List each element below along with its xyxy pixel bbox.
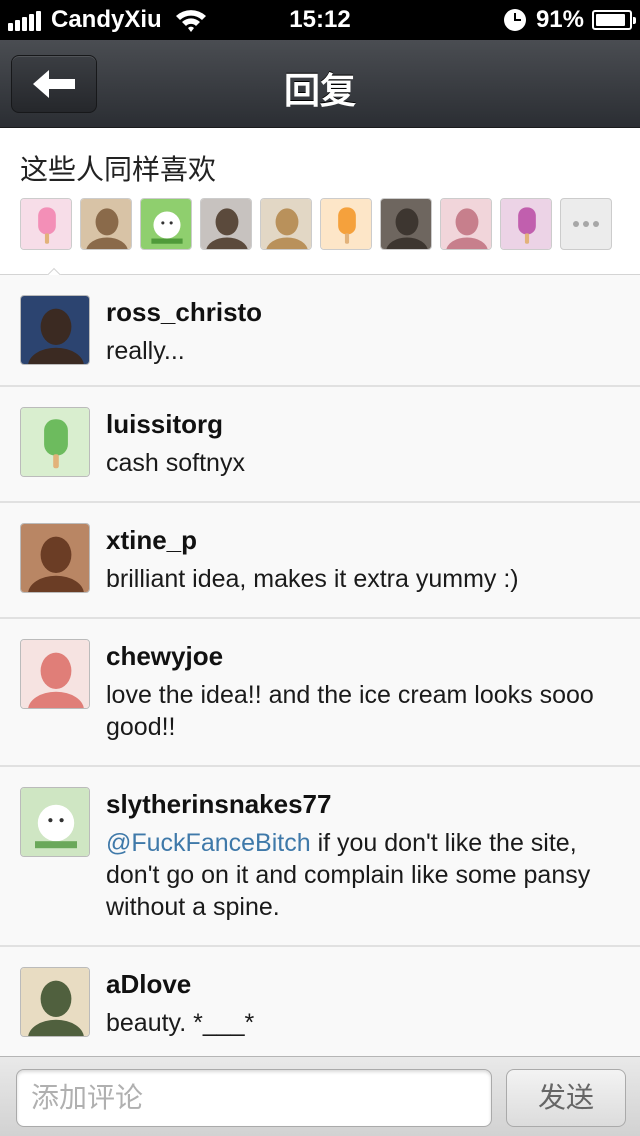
comment-bar: 添加评论 发送 [0,1056,640,1136]
comment-item[interactable]: ross_christo really... [0,275,640,387]
navigation-bar: 回复 [0,40,640,128]
battery-level [596,14,626,26]
comment-avatar[interactable] [20,523,90,593]
comment-list[interactable]: ross_christo really... luissitorg cash soft… [0,275,640,1056]
comment-avatar[interactable] [20,295,90,365]
comment-text: cash softnyx [106,447,620,479]
comment-username[interactable]: slytherinsnakes77 [106,789,331,820]
liker-avatar[interactable] [80,198,132,250]
comment-avatar[interactable] [20,787,90,857]
liker-avatar[interactable] [20,198,72,250]
liker-avatar[interactable] [500,198,552,250]
status-bar: CandyXiu 15:12 91% [0,0,640,40]
liker-avatar[interactable] [320,198,372,250]
liker-avatar[interactable] [140,198,192,250]
likes-panel: 这些人同样喜欢 [0,128,640,275]
comment-body: really... [106,337,185,365]
comment-item[interactable]: xtine_p brilliant idea, makes it extra yu… [0,503,640,619]
likes-title: 这些人同样喜欢 [20,154,217,185]
liker-avatar[interactable] [260,198,312,250]
page-title: 回复 [283,70,356,111]
comment-body: brilliant idea, makes it extra yummy :) [106,565,519,593]
comment-username[interactable]: luissitorg [106,409,223,440]
comment-input[interactable]: 添加评论 [16,1069,492,1127]
comment-username[interactable]: xtine_p [106,525,197,556]
comment-username[interactable]: ross_christo [106,297,262,328]
send-button[interactable]: 发送 [506,1069,626,1127]
comment-avatar[interactable] [20,967,90,1037]
liker-avatar-row [20,198,620,250]
liker-avatar[interactable] [200,198,252,250]
comment-item[interactable]: chewyjoe love the idea!! and the ice crea… [0,619,640,767]
more-likers-button[interactable] [560,198,612,250]
liker-avatar[interactable] [440,198,492,250]
comment-username[interactable]: aDlove [106,969,191,1000]
comment-text: brilliant idea, makes it extra yummy :) [106,563,620,595]
comment-item[interactable]: slytherinsnakes77 @FuckFanceBitch if you … [0,767,640,947]
comment-text: beauty. *___* [106,1007,620,1039]
battery-icon [592,10,636,30]
comment-item[interactable]: aDlove beauty. *___* [0,947,640,1056]
comment-body: beauty. *___* [106,1009,255,1037]
comment-username[interactable]: chewyjoe [106,641,223,672]
comment-avatar[interactable] [20,407,90,477]
battery-percent: 91% [535,6,584,33]
status-right: 91% [503,6,636,34]
comment-avatar[interactable] [20,639,90,709]
comment-text: @FuckFanceBitch if you don't like the si… [106,827,620,923]
liker-avatar[interactable] [380,198,432,250]
comment-body: cash softnyx [106,449,245,477]
more-dots-icon [571,221,601,227]
comment-item[interactable]: luissitorg cash softnyx [0,387,640,503]
comment-text: love the idea!! and the ice cream looks … [106,679,620,743]
comment-body: love the idea!! and the ice cream looks … [106,681,594,741]
alarm-clock-icon [503,9,526,31]
mention-link[interactable]: @FuckFanceBitch [106,829,311,857]
comment-text: really... [106,335,620,367]
